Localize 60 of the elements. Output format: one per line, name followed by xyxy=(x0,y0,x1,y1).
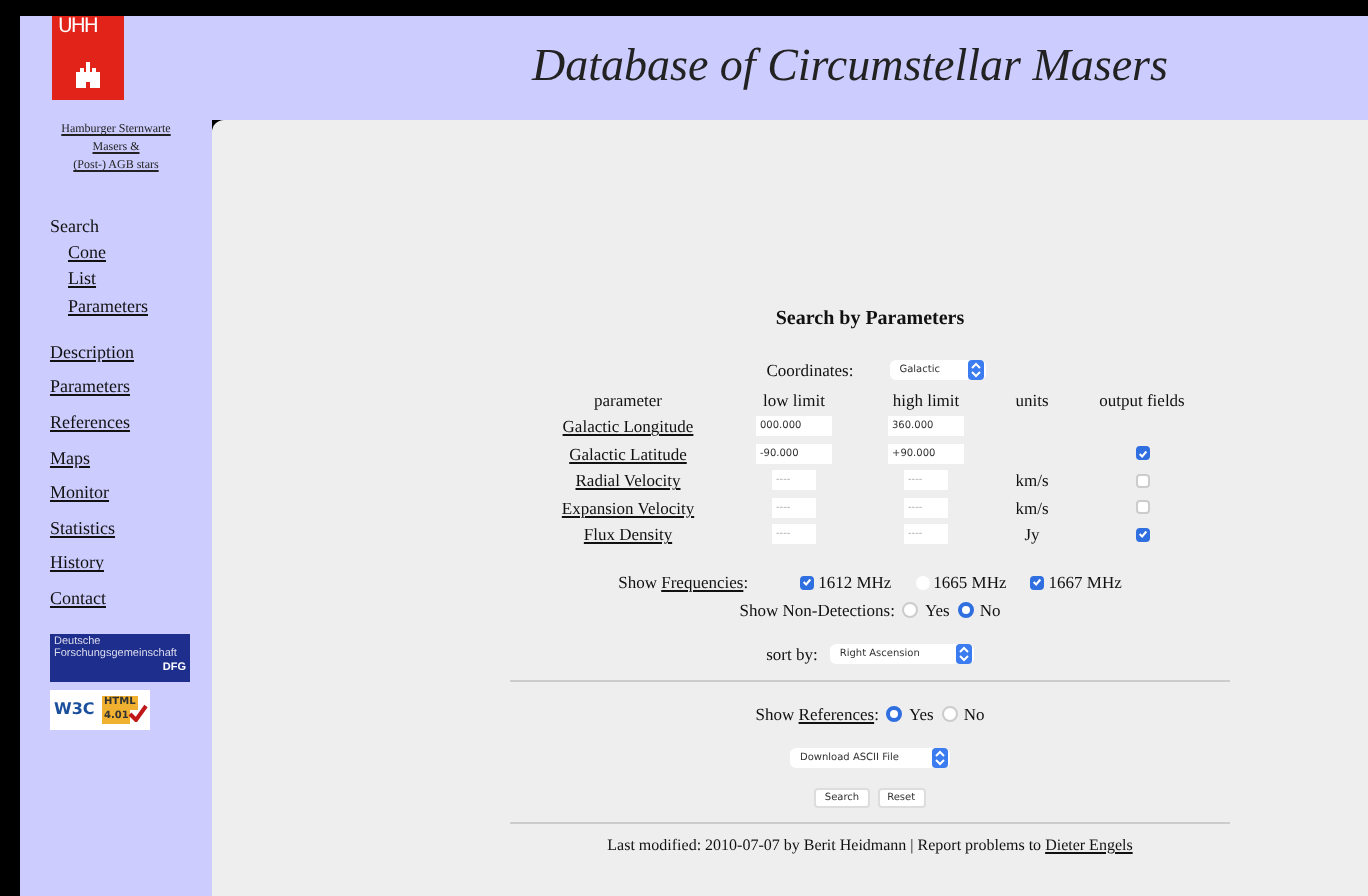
radio-button[interactable] xyxy=(941,706,958,722)
coordinates-label: Coordinates: xyxy=(766,360,854,380)
option-label: Yes xyxy=(908,704,934,724)
nav-link[interactable]: Cone xyxy=(68,240,148,267)
nav-link[interactable]: List xyxy=(68,266,148,294)
nav-link[interactable]: Maps xyxy=(50,447,90,468)
column-header: units xyxy=(1015,389,1049,410)
sort-label: sort by: xyxy=(766,644,818,664)
option-label: 1667 MHz xyxy=(1048,572,1122,592)
column-header: high limit xyxy=(892,389,960,410)
maintainer-link[interactable]: Dieter Engels xyxy=(1045,836,1133,854)
frequencies-link[interactable]: Frequencies xyxy=(661,572,744,592)
nav-link[interactable]: Contact xyxy=(50,588,106,609)
parameter-link[interactable]: Flux Density xyxy=(583,524,673,545)
nav-link[interactable]: Monitor xyxy=(50,482,110,503)
parameter-link[interactable]: Galactic Longitude xyxy=(562,416,694,437)
castle-icon xyxy=(74,60,102,88)
column-header: output fields xyxy=(1099,389,1185,410)
column-header: low limit xyxy=(763,389,825,410)
parameter-link[interactable]: Expansion Velocity xyxy=(561,497,695,518)
option-label: 1612 MHz xyxy=(818,572,892,592)
checkbox[interactable] xyxy=(1135,527,1149,542)
column-header: parameter xyxy=(594,389,662,410)
non-detections-label: Show Non-Detections: xyxy=(739,600,895,620)
units-text: Jy xyxy=(1024,524,1040,545)
caret-icon xyxy=(955,644,972,664)
references-label: Show References: xyxy=(755,704,879,724)
option-label: No xyxy=(963,704,985,724)
logo-text: UHH xyxy=(58,16,97,40)
parameter-link[interactable]: Galactic Latitude xyxy=(569,443,687,464)
option-label: 1665 MHz xyxy=(933,572,1007,592)
check-icon xyxy=(128,703,148,722)
radio-button[interactable] xyxy=(902,602,919,618)
nav-link[interactable]: Statistics xyxy=(50,517,116,538)
option-label: No xyxy=(979,600,1001,620)
radio-button[interactable] xyxy=(957,602,974,618)
caret-icon xyxy=(932,748,948,768)
badge-text: W3C xyxy=(54,699,95,718)
checkbox[interactable] xyxy=(1030,575,1045,589)
references-link[interactable]: References xyxy=(798,704,875,724)
page-title: Database of Circumstellar Masers xyxy=(532,40,1168,94)
parameter-link[interactable]: Radial Velocity xyxy=(575,470,681,491)
nav-link[interactable]: History xyxy=(50,552,104,573)
nav-link[interactable]: Description xyxy=(50,341,134,362)
checkbox[interactable] xyxy=(1135,473,1149,488)
nav-link[interactable]: Parameters xyxy=(68,293,148,320)
footer-text: Last modified: 2010-07-07 by Berit Heidmann | Report problems to Dieter Engels xyxy=(607,836,1133,854)
checkbox[interactable] xyxy=(1135,500,1149,515)
radio-button[interactable] xyxy=(886,706,903,722)
nav-heading: Search xyxy=(50,214,101,240)
units-text: km/s xyxy=(1015,470,1049,491)
option-label: Yes xyxy=(924,600,950,620)
checkbox[interactable] xyxy=(800,575,815,589)
caret-icon xyxy=(967,360,984,380)
units-text: km/s xyxy=(1015,497,1049,518)
section-heading: Search by Parameters xyxy=(775,308,965,332)
nav-link[interactable]: Parameters xyxy=(50,376,130,397)
frequencies-label: Show Frequencies: xyxy=(618,572,749,592)
checkbox[interactable] xyxy=(1135,446,1149,461)
nav-link[interactable]: References xyxy=(50,412,130,433)
